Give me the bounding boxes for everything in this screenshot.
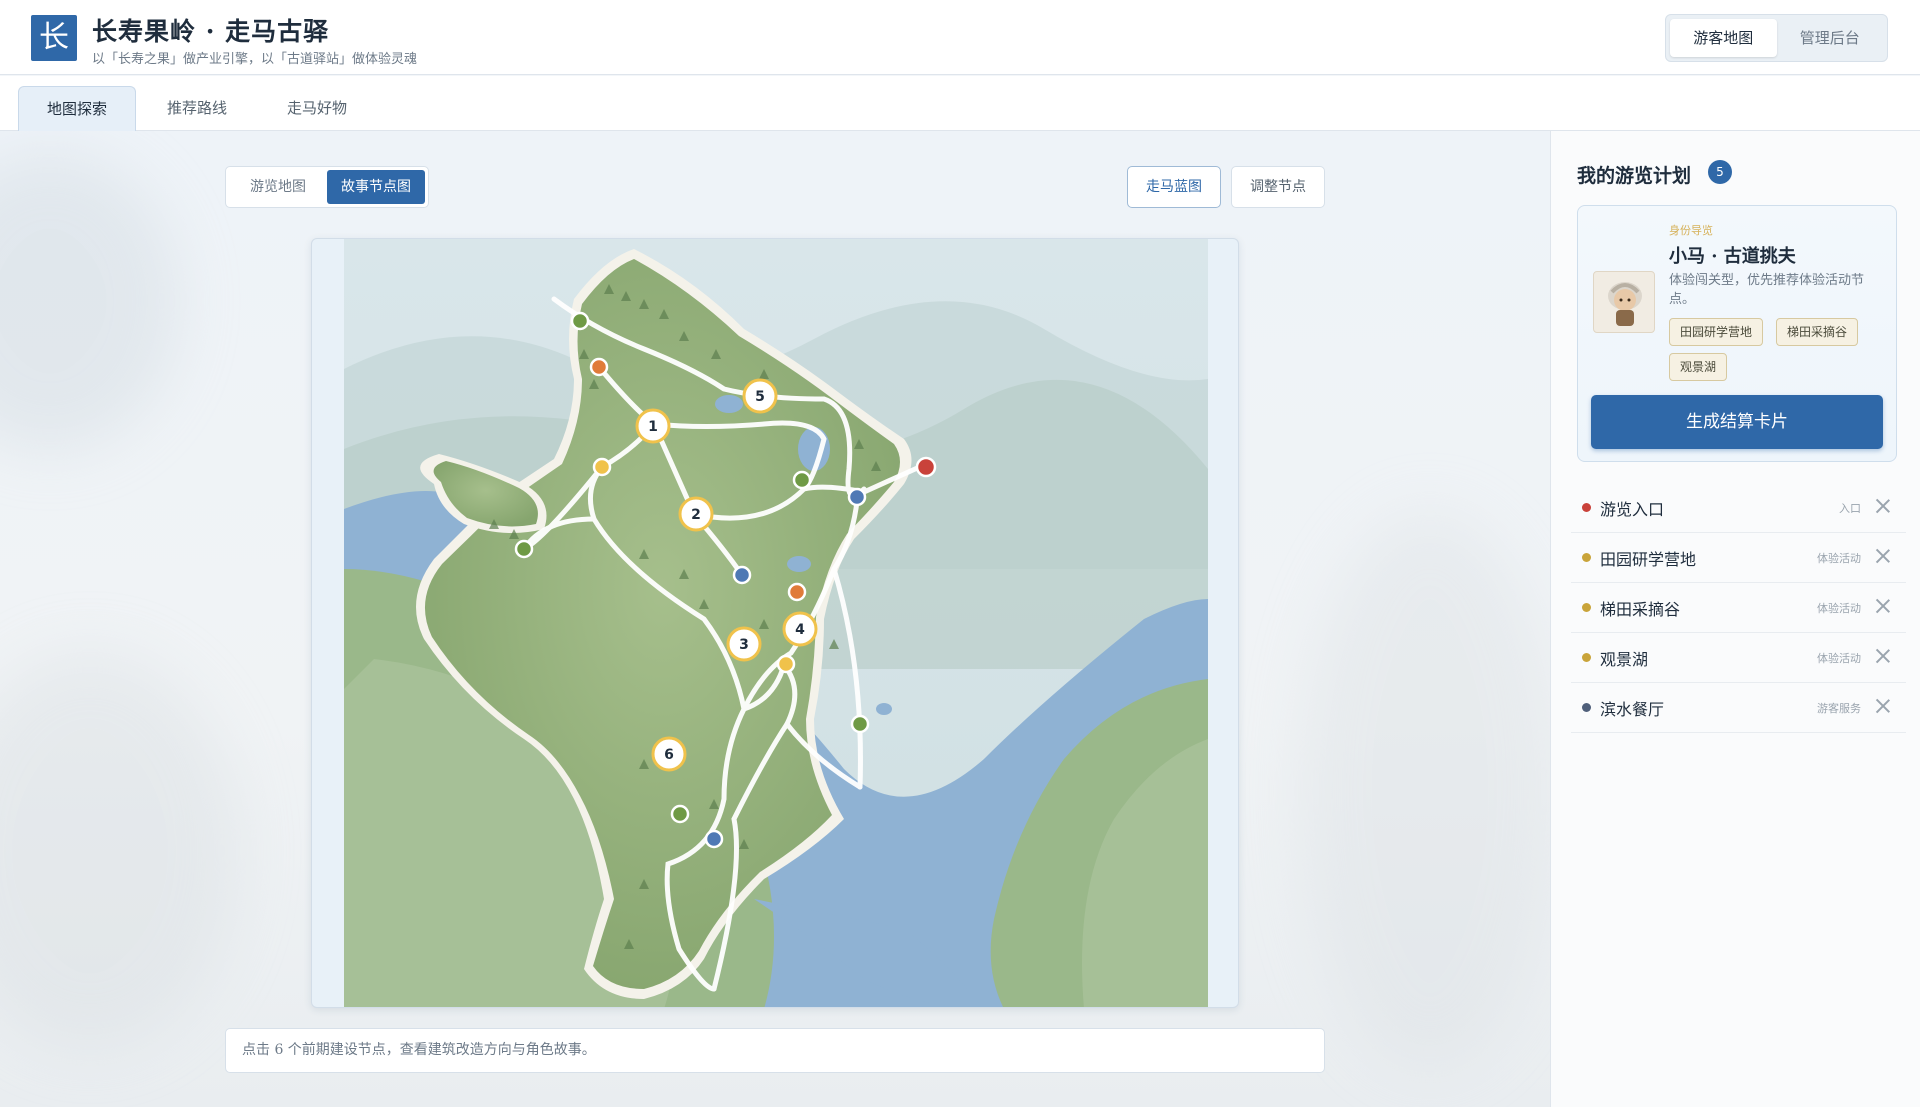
panel-title: 我的游览计划 (1577, 165, 1692, 187)
map-node-green[interactable] (570, 311, 590, 331)
map-node-green[interactable] (850, 714, 870, 734)
close-icon[interactable] (1872, 695, 1894, 717)
map-node-yellow[interactable] (592, 457, 612, 477)
map-node-blue[interactable] (732, 565, 752, 585)
app-subtitle: 以「长寿之果」做产业引擎，以「古道驿站」做体验灵魂 (92, 52, 418, 67)
plan-item-name: 田园研学营地 (1600, 550, 1697, 569)
story-node-number: 4 (795, 622, 805, 638)
close-icon[interactable] (1872, 545, 1894, 567)
background-fog (0, 151, 180, 451)
role-description: 体验闯关型，优先推荐体验活动节点。 (1669, 273, 1865, 307)
story-node-number: 1 (648, 419, 658, 435)
list-item[interactable]: 观景湖 体验活动 (1571, 633, 1906, 683)
map-node-blue[interactable] (847, 487, 867, 507)
story-node-2[interactable]: 2 (678, 496, 714, 532)
map-node-green[interactable] (670, 804, 690, 824)
status-dot (1582, 603, 1591, 612)
tab-zouma-goods[interactable]: 走马好物 (262, 86, 372, 131)
map-view-toggle: 游览地图 故事节点图 (225, 166, 429, 208)
app-header: 长 长寿果岭 · 走马古驿 以「长寿之果」做产业引擎，以「古道驿站」做体验灵魂 … (0, 0, 1920, 75)
story-node-number: 5 (755, 389, 765, 405)
map-node-green[interactable] (792, 470, 812, 490)
map-node-red-entrance[interactable] (915, 456, 937, 478)
map-hint-bar: 点击 6 个前期建设节点，查看建筑改造方向与角色故事。 (225, 1028, 1325, 1073)
porter-avatar-icon (1608, 282, 1642, 326)
status-dot (1582, 553, 1591, 562)
close-icon[interactable] (1872, 645, 1894, 667)
tab-recommended-routes[interactable]: 推荐路线 (142, 86, 252, 131)
plan-item-name: 游览入口 (1600, 500, 1665, 519)
story-node-number: 6 (664, 747, 674, 763)
map-node-blue[interactable] (704, 829, 724, 849)
role-guide-card: 身份导览 小马 · 古道挑夫 体验闯关型，优先推荐体验活动节点。 田园研学营地 … (1577, 205, 1897, 462)
plan-item-type: 体验活动 (1817, 652, 1861, 665)
app-logo: 长 (31, 15, 77, 61)
map-explore-area: 游览地图 故事节点图 走马蓝图 调整节点 1 2 3 4 5 6 点击 6 个前… (0, 131, 1550, 1107)
plan-count-badge: 5 (1708, 160, 1732, 184)
tour-map-view-button[interactable]: 游览地图 (229, 170, 327, 204)
list-item[interactable]: 滨水餐厅 游客服务 (1571, 683, 1906, 733)
generate-settlement-card-button[interactable]: 生成结算卡片 (1591, 395, 1883, 449)
map-node-green[interactable] (514, 539, 534, 559)
story-node-view-button[interactable]: 故事节点图 (327, 170, 425, 204)
map-node-orange[interactable] (787, 582, 807, 602)
list-item[interactable]: 田园研学营地 体验活动 (1571, 533, 1906, 583)
tab-map-explore[interactable]: 地图探索 (18, 86, 136, 131)
recommended-chip[interactable]: 田园研学营地 (1669, 318, 1764, 346)
recommended-chip[interactable]: 观景湖 (1669, 353, 1728, 381)
map-illustration: 1 2 3 4 5 6 (344, 239, 1208, 1007)
story-node-number: 3 (739, 637, 749, 653)
story-node-3[interactable]: 3 (726, 626, 762, 662)
background-fog (0, 651, 240, 1051)
map-node-orange[interactable] (589, 357, 609, 377)
adjust-nodes-button[interactable]: 调整节点 (1231, 166, 1325, 208)
plan-item-type: 入口 (1839, 502, 1861, 515)
close-icon[interactable] (1872, 495, 1894, 517)
close-icon[interactable] (1872, 595, 1894, 617)
plan-item-name: 观景湖 (1600, 650, 1649, 669)
plan-item-name: 滨水餐厅 (1600, 700, 1665, 719)
app-title: 长寿果岭 · 走马古驿 (92, 17, 330, 46)
list-item[interactable]: 游览入口 入口 (1571, 483, 1906, 533)
main-tabs: 地图探索 推荐路线 走马好物 (0, 76, 1920, 131)
story-node-5[interactable]: 5 (742, 378, 778, 414)
role-name: 小马 · 古道挑夫 (1669, 246, 1796, 267)
story-node-1[interactable]: 1 (635, 408, 671, 444)
story-node-number: 2 (691, 507, 701, 523)
status-dot (1582, 653, 1591, 662)
status-dot (1582, 503, 1591, 512)
plan-item-type: 体验活动 (1817, 552, 1861, 565)
status-dot (1582, 703, 1591, 712)
plan-item-type: 游客服务 (1817, 702, 1861, 715)
story-node-6[interactable]: 6 (651, 736, 687, 772)
zouma-blueprint-button[interactable]: 走马蓝图 (1127, 166, 1221, 208)
tour-plan-panel: 我的游览计划 5 身份导览 小马 · 古道挑夫 体验闯关型，优先推荐体验活动节点… (1550, 131, 1920, 1107)
story-node-map[interactable]: 1 2 3 4 5 6 (311, 238, 1239, 1008)
role-tag: 身份导览 (1669, 224, 1713, 237)
admin-mode-button[interactable]: 管理后台 (1777, 19, 1884, 57)
avatar (1593, 271, 1655, 333)
visitor-map-mode-button[interactable]: 游客地图 (1670, 19, 1777, 57)
map-node-yellow[interactable] (776, 654, 796, 674)
background-fog (1300, 511, 1550, 1071)
recommended-chip[interactable]: 梯田采摘谷 (1776, 318, 1859, 346)
plan-item-name: 梯田采摘谷 (1600, 600, 1681, 619)
mode-switch: 游客地图 管理后台 (1665, 14, 1888, 62)
plan-list: 游览入口 入口 田园研学营地 体验活动 梯田采摘谷 体验活动 观景湖 体验活动 … (1571, 483, 1906, 733)
list-item[interactable]: 梯田采摘谷 体验活动 (1571, 583, 1906, 633)
plan-item-type: 体验活动 (1817, 602, 1861, 615)
story-node-4[interactable]: 4 (782, 611, 818, 647)
